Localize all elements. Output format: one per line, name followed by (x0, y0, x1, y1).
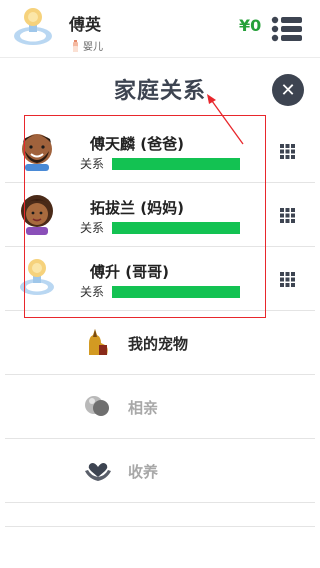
baby-pacifier-icon (20, 259, 54, 295)
family-member-row[interactable]: 拓拔兰 (妈妈) 关系 (5, 183, 315, 247)
family-member-row[interactable]: 傅升 (哥哥) 关系 (5, 247, 315, 311)
menu-item-pets[interactable]: 我的宠物 (5, 311, 315, 375)
member-name: 傅升 (哥哥) (90, 263, 169, 281)
life-stage: 婴儿 (72, 38, 103, 53)
relation-bar (112, 222, 240, 234)
money-balance: ¥0 (239, 16, 262, 35)
life-stage-label: 婴儿 (83, 42, 103, 53)
relation-bar (112, 158, 240, 170)
menu-list-icon[interactable] (270, 14, 304, 44)
grid-dots-icon[interactable] (280, 272, 295, 287)
relation-bar-fill (112, 222, 240, 234)
menu-divider-row (5, 503, 315, 527)
menu-label: 收养 (128, 463, 159, 481)
relation-label: 关系 (80, 157, 105, 171)
close-button[interactable]: ✕ (272, 74, 304, 106)
relation-bar-fill (112, 158, 240, 170)
close-icon: ✕ (280, 79, 296, 101)
family-member-row[interactable]: 傅天麟 (爸爸) 关系 (5, 119, 315, 183)
father-avatar-icon (22, 134, 52, 171)
mother-avatar-icon (21, 195, 53, 235)
relation-bar-fill (112, 286, 240, 298)
relation-label: 关系 (80, 285, 105, 299)
menu-item-matchmaking[interactable]: 相亲 (5, 375, 315, 439)
couple-icon (85, 396, 109, 416)
pet-dog-icon (89, 329, 108, 355)
menu-label: 相亲 (128, 399, 159, 417)
member-name: 拓拔兰 (妈妈) (90, 199, 184, 217)
grid-dots-icon[interactable] (280, 144, 295, 159)
member-name: 傅天麟 (爸爸) (90, 135, 184, 153)
grid-dots-icon[interactable] (280, 208, 295, 223)
baby-bottle-icon (73, 39, 78, 52)
top-header: 傅英 婴儿 ¥0 (0, 0, 320, 58)
menu-item-adopt[interactable]: 收养 (5, 439, 315, 503)
adopt-heart-hands-icon (85, 463, 111, 481)
baby-pacifier-icon (14, 8, 52, 45)
relation-label: 关系 (80, 221, 105, 235)
menu-label: 我的宠物 (128, 335, 189, 353)
relation-bar (112, 286, 240, 298)
player-name: 傅英 (69, 15, 102, 34)
